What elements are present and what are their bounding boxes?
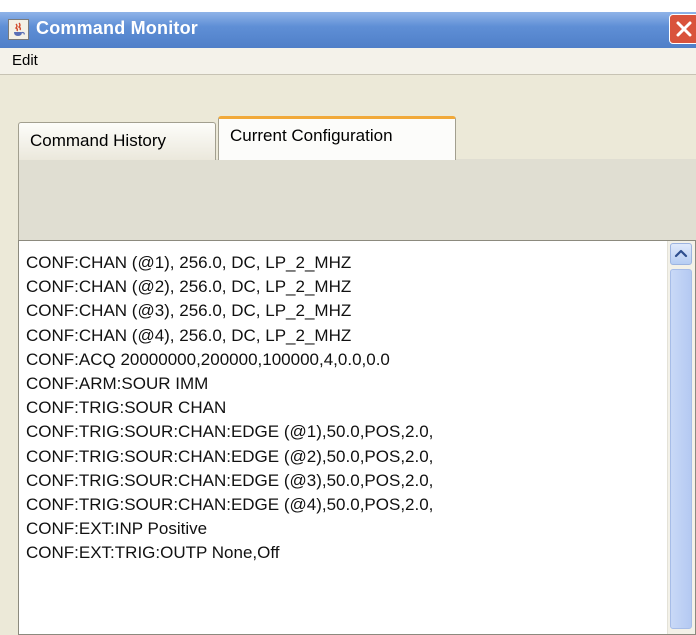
tab-command-history[interactable]: Command History: [18, 122, 216, 160]
config-line: CONF:EXT:TRIG:OUTP None,Off: [26, 543, 280, 563]
config-line: CONF:TRIG:SOUR:CHAN:EDGE (@4),50.0,POS,2…: [26, 494, 434, 514]
config-line: CONF:CHAN (@4), 256.0, DC, LP_2_MHZ: [26, 325, 352, 345]
menu-edit[interactable]: Edit: [12, 52, 38, 69]
config-line: CONF:CHAN (@2), 256.0, DC, LP_2_MHZ: [26, 277, 352, 297]
close-button[interactable]: [669, 14, 696, 44]
close-icon: [676, 21, 692, 37]
tab-current-configuration[interactable]: Current Configuration: [218, 116, 456, 160]
configuration-text-area[interactable]: CONF:CHAN (@1), 256.0, DC, LP_2_MHZ CONF…: [18, 240, 696, 635]
vertical-scrollbar[interactable]: [667, 241, 695, 634]
config-line: CONF:CHAN (@3), 256.0, DC, LP_2_MHZ: [26, 301, 352, 321]
config-line: CONF:TRIG:SOUR:CHAN:EDGE (@3),50.0,POS,2…: [26, 470, 434, 490]
config-line: CONF:EXT:INP Positive: [26, 519, 208, 539]
config-line: CONF:TRIG:SOUR:CHAN:EDGE (@1),50.0,POS,2…: [26, 422, 434, 442]
title-bar[interactable]: Command Monitor: [0, 12, 696, 48]
config-line: CONF:TRIG:SOUR CHAN: [26, 398, 227, 418]
scroll-up-arrow-icon: [674, 249, 688, 258]
config-line: CONF:CHAN (@1), 256.0, DC, LP_2_MHZ: [26, 253, 352, 272]
config-line: CONF:ACQ 20000000,200000,100000,4,0.0,0.…: [26, 349, 390, 369]
scrollbar-thumb[interactable]: [670, 269, 692, 629]
scroll-up-button[interactable]: [670, 243, 692, 265]
config-line: CONF:TRIG:SOUR:CHAN:EDGE (@2),50.0,POS,2…: [26, 446, 434, 466]
command-monitor-window: Command Monitor Edit Command History Cur…: [0, 12, 696, 635]
window-title: Command Monitor: [36, 18, 198, 38]
java-cup-icon: [8, 19, 29, 40]
menu-bar: Edit: [0, 48, 696, 75]
config-line: CONF:ARM:SOUR IMM: [26, 373, 209, 393]
configuration-lines: CONF:CHAN (@1), 256.0, DC, LP_2_MHZ CONF…: [26, 251, 433, 565]
